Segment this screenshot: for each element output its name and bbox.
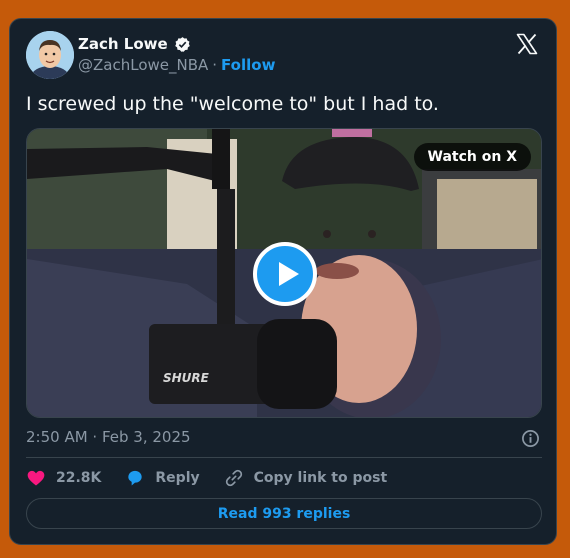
reply-bubble-icon [128, 470, 143, 486]
like-button[interactable]: 22.8K [26, 468, 101, 488]
author-name[interactable]: Zach Lowe [78, 35, 168, 53]
divider [26, 457, 542, 458]
link-icon [225, 469, 242, 487]
x-logo-icon[interactable] [515, 32, 539, 56]
author-handle[interactable]: @ZachLowe_NBA [78, 56, 208, 74]
mic-brand-label: SHURE [163, 371, 210, 385]
info-icon[interactable] [521, 429, 540, 448]
video-media[interactable]: SHURE Watch on X [26, 128, 542, 418]
watch-on-x-button[interactable]: Watch on X [413, 143, 531, 171]
verified-badge-icon [174, 36, 190, 52]
follow-button[interactable]: Follow [221, 56, 275, 74]
reply-label: Reply [155, 470, 200, 486]
play-icon[interactable] [253, 242, 317, 306]
heart-icon [27, 470, 45, 486]
post-timestamp[interactable]: 2:50 AM · Feb 3, 2025 [26, 428, 191, 446]
author-avatar[interactable] [26, 31, 74, 79]
reply-button[interactable]: Reply [125, 468, 200, 488]
copy-link-button[interactable]: Copy link to post [224, 468, 388, 488]
action-bar: 22.8K Reply Copy link to post [26, 468, 411, 488]
like-count: 22.8K [56, 470, 102, 486]
handle-separator: · [212, 56, 218, 74]
copy-link-label: Copy link to post [253, 470, 388, 486]
read-replies-button[interactable]: Read 993 replies [26, 498, 542, 529]
embedded-post-card: Zach Lowe @ZachLowe_NBA · Follow I screw… [9, 18, 557, 545]
post-text: I screwed up the "welcome to" but I had … [26, 93, 439, 115]
